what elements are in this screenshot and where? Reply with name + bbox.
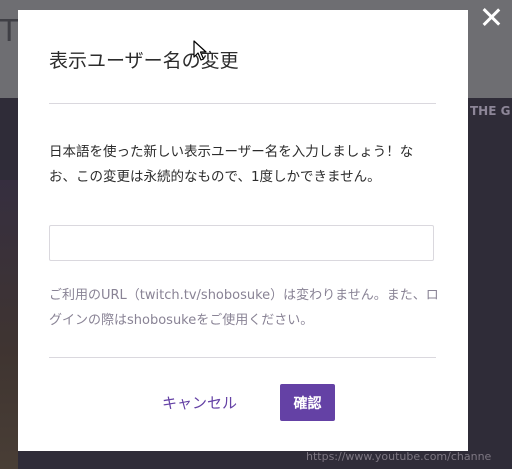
background-page-title: T: [0, 14, 19, 49]
close-icon[interactable]: [480, 6, 502, 28]
cancel-button[interactable]: キャンセル: [162, 392, 237, 413]
mouse-pointer-icon: [193, 40, 207, 61]
divider: [49, 103, 436, 104]
dialog-description: 日本語を使った新しい表示ユーザー名を入力しましょう！なお、この変更は永続的なもの…: [49, 144, 414, 185]
divider: [49, 357, 436, 358]
background-artwork: [0, 180, 18, 469]
background-url-text: https://www.youtube.com/channe: [306, 450, 492, 463]
background-side-heading: THE G: [470, 104, 511, 118]
confirm-button[interactable]: 確認: [280, 384, 335, 421]
display-name-input[interactable]: [49, 225, 434, 261]
dialog-title: 表示ユーザー名の変更: [49, 50, 239, 72]
change-display-name-dialog: 表示ユーザー名の変更 日本語を使った新しい表示ユーザー名を入力しましょう！なお、…: [18, 10, 468, 451]
url-note: ご利用のURL（twitch.tv/shobosuke）は変わりません。また、ロ…: [49, 288, 439, 328]
